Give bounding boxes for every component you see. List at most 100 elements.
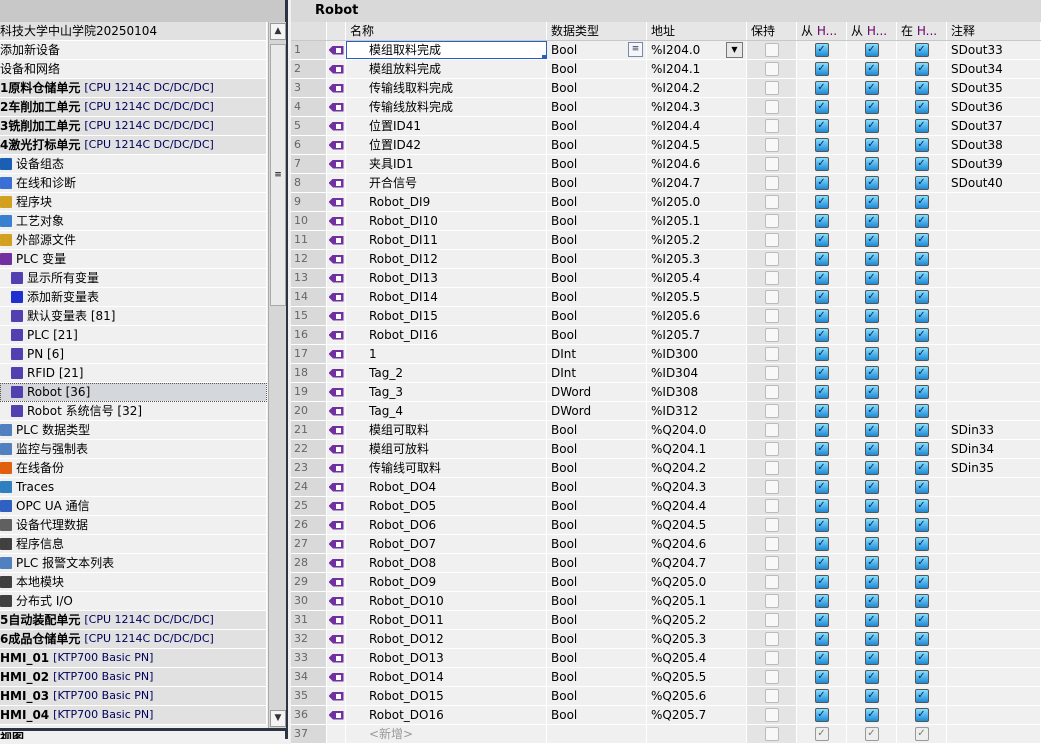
table-row[interactable]: 4 传输线放料完成 Bool %I204.3 ✓ ✓ ✓ SDout36 xyxy=(291,98,1041,117)
writable-from-hmi-cell[interactable]: ✓ xyxy=(847,136,897,154)
writable-from-hmi-cell[interactable]: ✓ xyxy=(847,535,897,553)
checkbox-unchecked[interactable] xyxy=(764,651,779,665)
row-number[interactable]: 5 xyxy=(291,117,327,135)
accessible-from-hmi-cell[interactable]: ✓ xyxy=(797,497,847,515)
checkbox-checked[interactable]: ✓ xyxy=(864,62,879,76)
checkbox-unchecked[interactable] xyxy=(764,632,779,646)
visible-in-hmi-cell[interactable]: ✓ xyxy=(897,497,947,515)
writable-from-hmi-cell[interactable]: ✓ xyxy=(847,649,897,667)
comment-cell[interactable]: SDout40 xyxy=(947,174,1041,192)
tree-item[interactable]: Traces xyxy=(0,478,267,497)
tree-item[interactable]: 监控与强制表 xyxy=(0,440,267,459)
row-number[interactable]: 21 xyxy=(291,421,327,439)
row-number[interactable]: 35 xyxy=(291,687,327,705)
data-type-cell[interactable]: DWord xyxy=(547,402,647,420)
retain-cell[interactable] xyxy=(747,402,797,420)
checkbox-checked[interactable]: ✓ xyxy=(914,347,929,361)
accessible-from-hmi-cell[interactable]: ✓ xyxy=(797,193,847,211)
accessible-from-hmi-cell[interactable]: ✓ xyxy=(797,592,847,610)
retain-cell[interactable] xyxy=(747,117,797,135)
checkbox-checked[interactable]: ✓ xyxy=(864,480,879,494)
address-cell[interactable]: %I205.1 xyxy=(647,212,747,230)
address-cell[interactable]: %Q204.1 xyxy=(647,440,747,458)
tree-item[interactable]: 设备和网络 xyxy=(0,60,267,79)
comment-cell[interactable] xyxy=(947,402,1041,420)
checkbox-unchecked[interactable] xyxy=(764,461,779,475)
tag-name-cell[interactable]: 1 xyxy=(346,345,547,363)
checkbox-checked[interactable]: ✓ xyxy=(864,309,879,323)
tree-item[interactable]: PN [6] xyxy=(0,345,267,364)
checkbox-checked[interactable]: ✓ xyxy=(864,461,879,475)
checkbox-checked[interactable]: ✓ xyxy=(914,461,929,475)
retain-cell[interactable] xyxy=(747,516,797,534)
row-number[interactable]: 11 xyxy=(291,231,327,249)
table-row[interactable]: 30 Robot_DO10 Bool %Q205.1 ✓ ✓ ✓ xyxy=(291,592,1041,611)
checkbox-checked[interactable]: ✓ xyxy=(864,195,879,209)
checkbox-unchecked[interactable] xyxy=(764,670,779,684)
checkbox-checked[interactable]: ✓ xyxy=(914,613,929,627)
address-cell[interactable]: %I205.3 xyxy=(647,250,747,268)
address-cell[interactable]: %Q205.0 xyxy=(647,573,747,591)
checkbox-unchecked[interactable] xyxy=(764,157,779,171)
tree-item[interactable]: HMI_03 [KTP700 Basic PN] xyxy=(0,687,267,706)
checkbox-checked[interactable]: ✓ xyxy=(814,556,829,570)
data-type-cell[interactable]: Bool xyxy=(547,440,647,458)
row-number[interactable]: 22 xyxy=(291,440,327,458)
retain-cell[interactable] xyxy=(747,687,797,705)
visible-in-hmi-cell[interactable]: ✓ xyxy=(897,573,947,591)
row-number[interactable]: 19 xyxy=(291,383,327,401)
accessible-from-hmi-cell[interactable]: ✓ xyxy=(797,421,847,439)
writable-from-hmi-cell[interactable]: ✓ xyxy=(847,421,897,439)
checkbox-checked[interactable]: ✓ xyxy=(914,480,929,494)
comment-cell[interactable]: SDout35 xyxy=(947,79,1041,97)
checkbox-checked[interactable]: ✓ xyxy=(864,518,879,532)
checkbox-checked[interactable]: ✓ xyxy=(864,271,879,285)
tag-name-cell[interactable]: Robot_DO12 xyxy=(346,630,547,648)
tree-item[interactable]: 在线备份 xyxy=(0,459,267,478)
data-type-cell[interactable]: Bool xyxy=(547,79,647,97)
col-type[interactable]: 数据类型 xyxy=(547,22,647,40)
row-number[interactable]: 18 xyxy=(291,364,327,382)
comment-cell[interactable] xyxy=(947,592,1041,610)
checkbox-unchecked[interactable] xyxy=(764,271,779,285)
checkbox-checked[interactable]: ✓ xyxy=(914,290,929,304)
table-row[interactable]: 27 Robot_DO7 Bool %Q204.6 ✓ ✓ ✓ xyxy=(291,535,1041,554)
col-comment[interactable]: 注释 xyxy=(947,22,1041,40)
visible-in-hmi-cell[interactable]: ✓ xyxy=(897,516,947,534)
visible-in-hmi-cell[interactable]: ✓ xyxy=(897,706,947,724)
tree-item[interactable]: 设备组态 xyxy=(0,155,267,174)
retain-cell[interactable] xyxy=(747,98,797,116)
table-row[interactable]: 35 Robot_DO15 Bool %Q205.6 ✓ ✓ ✓ xyxy=(291,687,1041,706)
details-view-header[interactable]: 视图 xyxy=(0,728,288,739)
tree-item[interactable]: 科技大学中山学院20250104 xyxy=(0,22,267,41)
tag-name-cell[interactable]: Tag_3 xyxy=(346,383,547,401)
checkbox-unchecked[interactable] xyxy=(764,214,779,228)
writable-from-hmi-cell[interactable]: ✓ xyxy=(847,440,897,458)
tree-item[interactable]: 外部源文件 xyxy=(0,231,267,250)
visible-in-hmi-cell[interactable]: ✓ xyxy=(897,345,947,363)
retain-cell[interactable] xyxy=(747,136,797,154)
comment-cell[interactable] xyxy=(947,573,1041,591)
checkbox-checked[interactable]: ✓ xyxy=(864,670,879,684)
data-type-cell[interactable]: Bool xyxy=(547,573,647,591)
address-cell[interactable]: %I204.5 xyxy=(647,136,747,154)
row-number[interactable]: 1 xyxy=(291,41,327,59)
table-row[interactable]: 22 模组可放料 Bool %Q204.1 ✓ ✓ ✓ SDin34 xyxy=(291,440,1041,459)
data-type-cell[interactable]: Bool xyxy=(547,193,647,211)
tag-name-cell[interactable]: Tag_4 xyxy=(346,402,547,420)
comment-cell[interactable] xyxy=(947,516,1041,534)
comment-cell[interactable] xyxy=(947,193,1041,211)
row-number[interactable]: 9 xyxy=(291,193,327,211)
accessible-from-hmi-cell[interactable]: ✓ xyxy=(797,383,847,401)
tree-item[interactable]: PLC [21] xyxy=(0,326,267,345)
row-number[interactable]: 10 xyxy=(291,212,327,230)
checkbox-unchecked[interactable] xyxy=(764,594,779,608)
data-type-cell[interactable]: Bool xyxy=(547,117,647,135)
checkbox-checked[interactable]: ✓ xyxy=(864,499,879,513)
checkbox-checked[interactable]: ✓ xyxy=(814,309,829,323)
visible-in-hmi-cell[interactable]: ✓ xyxy=(897,592,947,610)
checkbox-checked[interactable]: ✓ xyxy=(914,651,929,665)
checkbox-checked[interactable]: ✓ xyxy=(914,632,929,646)
visible-in-hmi-cell[interactable]: ✓ xyxy=(897,421,947,439)
checkbox-checked[interactable]: ✓ xyxy=(914,252,929,266)
